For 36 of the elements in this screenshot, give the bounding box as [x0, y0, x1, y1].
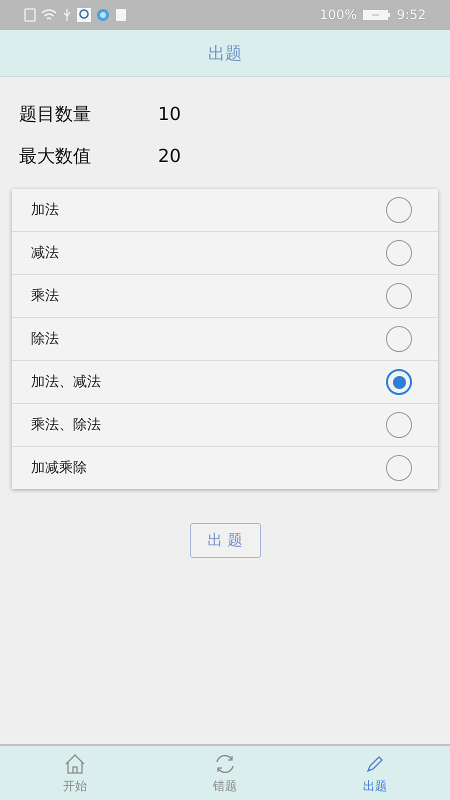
option-row[interactable]: 乘法、除法 [12, 404, 438, 447]
option-row[interactable]: 除法 [12, 318, 438, 361]
clock: 9:52 [396, 8, 426, 22]
usb-icon [62, 8, 72, 22]
setting-value: 10 [158, 104, 181, 124]
sim-icon [24, 8, 36, 22]
setting-label: 题目数量 [19, 103, 92, 126]
option-row[interactable]: 加减乘除 [12, 447, 438, 489]
option-label: 加法、减法 [31, 373, 101, 391]
globe-icon [96, 8, 110, 22]
notification-icon [115, 8, 127, 22]
option-row[interactable]: 加法 [12, 189, 438, 232]
option-label: 乘法、除法 [31, 416, 101, 434]
radio-button[interactable] [386, 326, 412, 352]
option-row[interactable]: 乘法 [12, 275, 438, 318]
radio-button[interactable] [386, 197, 412, 223]
option-label: 加法 [31, 201, 59, 219]
option-label: 除法 [31, 330, 59, 348]
setting-label: 最大数值 [19, 145, 92, 168]
battery-percentage: 100% [320, 8, 357, 22]
setting-value: 20 [158, 146, 181, 166]
option-row[interactable]: 加法、减法 [12, 361, 438, 404]
option-label: 乘法 [31, 287, 59, 305]
radio-button[interactable] [386, 369, 412, 395]
option-label: 减法 [31, 244, 59, 262]
radio-button[interactable] [386, 455, 412, 481]
radio-button[interactable] [386, 240, 412, 266]
wifi-icon [41, 8, 57, 22]
page-title: 出题 [208, 42, 242, 64]
home-icon [63, 752, 87, 776]
radio-button[interactable] [386, 283, 412, 309]
radio-button[interactable] [386, 412, 412, 438]
app-icon [77, 8, 91, 22]
battery-icon [362, 9, 391, 21]
option-label: 加减乘除 [31, 459, 87, 477]
option-row[interactable]: 减法 [12, 232, 438, 275]
